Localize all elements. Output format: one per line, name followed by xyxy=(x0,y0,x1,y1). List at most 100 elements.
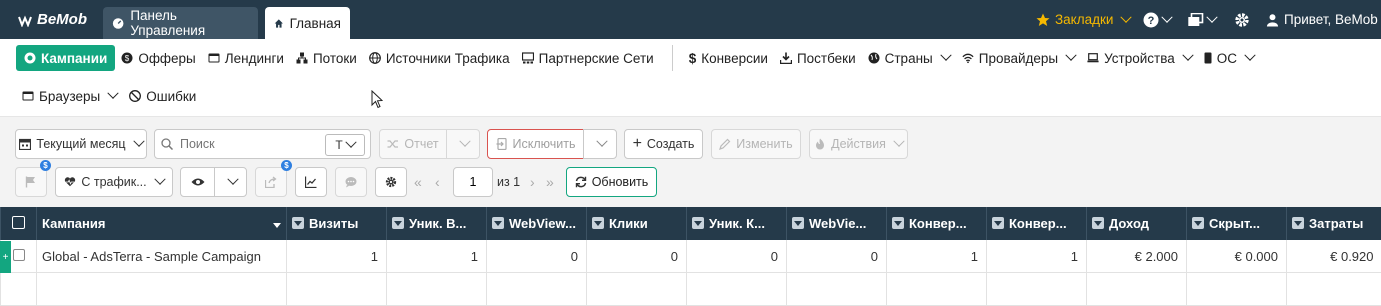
report-button[interactable]: Отчет xyxy=(379,129,447,159)
column-filter-icon[interactable] xyxy=(1192,217,1204,229)
period-select[interactable]: Текущий месяц xyxy=(15,129,147,159)
column-filter-icon[interactable] xyxy=(1092,217,1104,229)
user-menu[interactable]: Привет, BeMob xyxy=(1266,0,1378,39)
traffic-filter-select[interactable]: С трафик... xyxy=(55,167,173,197)
entity-nav-row-2: Браузеры Ошибки xyxy=(16,82,202,110)
column-header-cost[interactable]: Затраты xyxy=(1287,207,1381,240)
exclude-icon xyxy=(496,138,508,150)
refresh-button[interactable]: Обновить xyxy=(566,167,657,197)
create-button[interactable]: + Создать xyxy=(624,129,703,159)
nav-browsers[interactable]: Браузеры xyxy=(16,83,123,109)
windows-menu[interactable] xyxy=(1187,0,1216,39)
top-bar: BeMob Панель Управления Главная Закладки… xyxy=(0,0,1381,39)
logo-text: BeMob xyxy=(37,11,87,28)
empty-cell xyxy=(1,273,37,306)
column-header-conversions-2[interactable]: Конвер... xyxy=(987,207,1087,240)
help-menu[interactable]: ? xyxy=(1143,0,1171,39)
column-filter-icon[interactable] xyxy=(692,217,704,229)
column-filter-icon[interactable] xyxy=(592,217,604,229)
select-all-checkbox[interactable] xyxy=(12,216,25,229)
actions-button[interactable]: Действия xyxy=(809,129,908,159)
column-filter-icon[interactable] xyxy=(292,217,304,229)
mouse-cursor-icon xyxy=(371,90,383,109)
line-chart-icon xyxy=(305,176,317,188)
column-filter-icon[interactable] xyxy=(1292,217,1304,229)
column-header-visits[interactable]: Визиты xyxy=(287,207,387,240)
select-all-cell[interactable] xyxy=(1,207,37,240)
column-filter-icon[interactable] xyxy=(892,217,904,229)
page-number-input[interactable] xyxy=(453,167,493,197)
column-filter-icon[interactable] xyxy=(392,217,404,229)
flag-button[interactable] xyxy=(15,167,47,197)
campaign-name-cell[interactable]: Global - AdsTerra - Sample Campaign xyxy=(37,240,287,273)
next-page-icon[interactable]: › xyxy=(530,174,535,190)
search-box[interactable]: T xyxy=(154,129,371,159)
table-row[interactable]: Global - AdsTerra - Sample Campaign 1 1 … xyxy=(1,240,1381,273)
comment-icon xyxy=(345,176,357,188)
search-type-select[interactable]: T xyxy=(325,134,365,156)
sort-desc-icon xyxy=(273,223,281,228)
prev-page-icon[interactable]: ‹ xyxy=(435,174,440,190)
nav-campaigns[interactable]: Кампании xyxy=(16,45,115,71)
nav-offers[interactable]: $ Офферы xyxy=(115,45,201,71)
tab-dashboard[interactable]: Панель Управления xyxy=(103,7,258,39)
share-button[interactable] xyxy=(255,167,287,197)
nav-providers[interactable]: Провайдеры xyxy=(956,45,1081,71)
nav-affiliate-networks-label: Партнерские Сети xyxy=(539,51,654,66)
visibility-button[interactable] xyxy=(180,167,215,197)
nav-countries[interactable]: Страны xyxy=(862,45,956,71)
gear-icon xyxy=(385,176,397,188)
bookmarks-menu[interactable]: Закладки xyxy=(1036,0,1130,39)
column-filter-icon[interactable] xyxy=(492,217,504,229)
comment-button[interactable] xyxy=(335,167,367,197)
fire-icon xyxy=(814,138,826,150)
column-header-webview-clicks[interactable]: WebVie... xyxy=(787,207,887,240)
nav-landings[interactable]: Лендинги xyxy=(202,45,290,71)
chevron-down-icon xyxy=(1161,11,1172,22)
chart-button[interactable] xyxy=(295,167,327,197)
report-dropdown[interactable] xyxy=(446,129,480,159)
column-header-clicks[interactable]: Клики xyxy=(587,207,687,240)
nav-os[interactable]: ОС xyxy=(1198,45,1260,71)
column-header-webview-visits[interactable]: WebView... xyxy=(487,207,587,240)
column-header-unique-visits[interactable]: Уник. В... xyxy=(387,207,487,240)
network-icon xyxy=(522,52,534,64)
column-filter-icon[interactable] xyxy=(992,217,1004,229)
nav-devices[interactable]: Устройства xyxy=(1081,45,1198,71)
gear-icon xyxy=(1234,12,1250,28)
nav-affiliate-networks[interactable]: Партнерские Сети xyxy=(516,45,660,71)
conversions-2-cell: 1 xyxy=(987,240,1087,273)
column-header-hidden[interactable]: Скрыт... xyxy=(1187,207,1287,240)
visibility-dropdown[interactable] xyxy=(214,167,247,197)
exclude-button[interactable]: Исключить xyxy=(487,129,584,159)
report-label: Отчет xyxy=(404,137,438,151)
column-filter-icon[interactable] xyxy=(792,217,804,229)
column-label: Уник. В... xyxy=(409,216,466,231)
campaigns-icon xyxy=(24,52,36,64)
edit-button[interactable]: Изменить xyxy=(711,129,801,159)
refresh-label: Обновить xyxy=(592,175,649,189)
column-label: Клики xyxy=(609,216,648,231)
nav-flows[interactable]: Потоки xyxy=(290,45,363,71)
row-expand-button[interactable]: + xyxy=(0,241,11,273)
nav-traffic-sources[interactable]: Источники Трафика xyxy=(363,45,516,71)
last-page-icon[interactable]: » xyxy=(546,174,552,190)
nav-errors[interactable]: Ошибки xyxy=(123,83,202,109)
column-header-revenue[interactable]: Доход xyxy=(1087,207,1187,240)
exclude-dropdown[interactable] xyxy=(583,129,617,159)
nav-conversions[interactable]: $ Конверсии xyxy=(683,45,774,71)
search-input[interactable] xyxy=(178,136,312,152)
column-header-unique-clicks[interactable]: Уник. К... xyxy=(687,207,787,240)
column-header-campaign[interactable]: Кампания xyxy=(37,207,287,240)
tab-home[interactable]: Главная xyxy=(265,7,350,39)
column-label: Визиты xyxy=(309,216,358,231)
actions-label: Действия xyxy=(831,137,886,151)
column-settings-button[interactable] xyxy=(375,167,407,197)
bemob-logo[interactable]: BeMob xyxy=(18,11,87,28)
settings-button[interactable] xyxy=(1234,0,1250,39)
row-checkbox[interactable] xyxy=(13,249,25,261)
nav-postbacks[interactable]: Постбеки xyxy=(774,45,862,71)
chevron-down-icon xyxy=(1206,11,1217,22)
first-page-icon[interactable]: « xyxy=(414,174,420,190)
column-header-conversions[interactable]: Конвер... xyxy=(887,207,987,240)
